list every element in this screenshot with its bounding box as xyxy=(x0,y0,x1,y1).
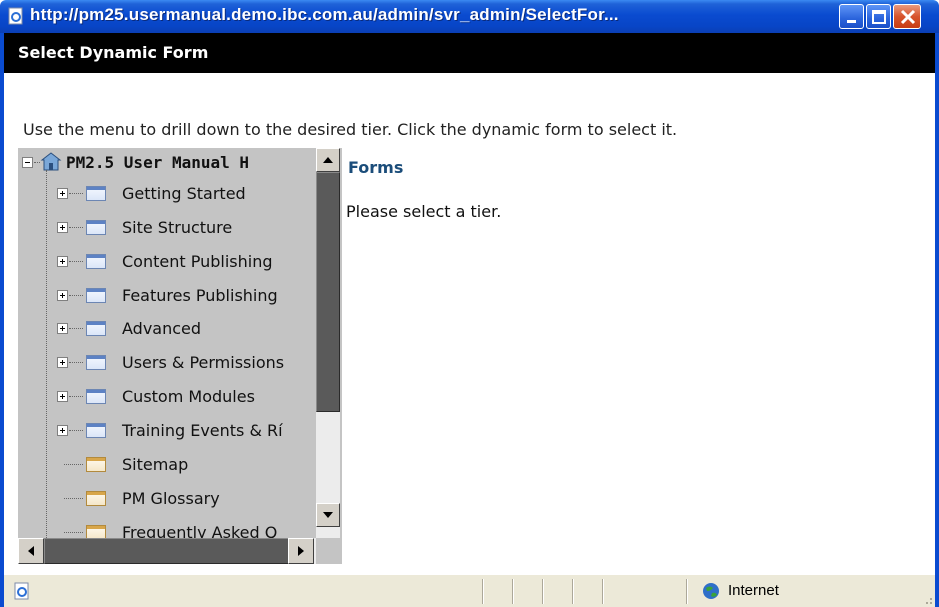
scroll-down-button[interactable] xyxy=(316,503,340,527)
expand-icon[interactable] xyxy=(57,391,68,402)
tree-item-label: Custom Modules xyxy=(122,387,255,406)
scroll-thumb[interactable] xyxy=(44,538,302,564)
tree-item[interactable]: Features Publishing xyxy=(18,281,318,311)
folder-icon xyxy=(86,186,106,201)
tree-vertical-scrollbar[interactable] xyxy=(316,148,340,538)
folder-icon xyxy=(86,288,106,303)
expand-icon[interactable] xyxy=(57,357,68,368)
ie-page-icon xyxy=(14,582,29,600)
tree-horizontal-scrollbar[interactable] xyxy=(18,538,316,564)
tree-item-label: Training Events & Rí xyxy=(122,421,283,440)
tree-root-label: PM2.5 User Manual H xyxy=(66,153,250,172)
folder-icon xyxy=(86,254,106,269)
expand-icon[interactable] xyxy=(57,425,68,436)
site-home-icon xyxy=(40,152,62,171)
status-separator xyxy=(542,579,544,604)
status-separator xyxy=(482,579,484,604)
tree-item-label: Sitemap xyxy=(122,455,189,474)
tree-connector xyxy=(64,498,83,499)
tree-item-label: Content Publishing xyxy=(122,252,273,271)
tree-connector xyxy=(64,532,83,533)
page-icon xyxy=(86,457,106,472)
status-separator xyxy=(602,579,604,604)
tree-connector xyxy=(69,227,83,228)
status-bar: Internet xyxy=(4,574,935,607)
status-separator xyxy=(572,579,574,604)
folder-icon xyxy=(86,423,106,438)
folder-icon xyxy=(86,389,106,404)
tree-connector xyxy=(69,396,83,397)
page-icon xyxy=(86,491,106,506)
dialog-header: Select Dynamic Form xyxy=(4,33,935,73)
expand-icon[interactable] xyxy=(57,188,68,199)
globe-icon xyxy=(703,583,719,599)
content-title: Forms xyxy=(348,158,404,177)
folder-icon xyxy=(86,321,106,336)
scrollbar-corner xyxy=(316,538,340,564)
tree-item[interactable]: Sitemap xyxy=(18,450,318,480)
tree-root[interactable]: PM2.5 User Manual H xyxy=(18,148,318,178)
scroll-thumb[interactable] xyxy=(316,172,340,412)
expand-icon[interactable] xyxy=(57,323,68,334)
expand-icon[interactable] xyxy=(57,290,68,301)
tier-tree[interactable]: PM2.5 User Manual H Getting Started Site… xyxy=(18,148,342,564)
expand-icon[interactable] xyxy=(57,222,68,233)
tree-connector xyxy=(64,464,83,465)
content-message: Please select a tier. xyxy=(346,202,502,221)
scroll-up-button[interactable] xyxy=(316,148,340,172)
tree-item[interactable]: PM Glossary xyxy=(18,484,318,514)
tree-item[interactable]: Advanced xyxy=(18,314,318,344)
security-zone-label: Internet xyxy=(728,582,779,599)
close-button[interactable] xyxy=(893,4,921,29)
expand-icon[interactable] xyxy=(57,256,68,267)
ie-page-icon xyxy=(8,7,23,25)
tree-item-label: Advanced xyxy=(122,319,202,338)
instructions-area: Use the menu to drill down to the desire… xyxy=(4,73,935,148)
tree-item[interactable]: Getting Started xyxy=(18,179,318,209)
scroll-left-button[interactable] xyxy=(18,538,44,564)
tree-item-label: PM Glossary xyxy=(122,489,220,508)
tree-connector xyxy=(69,430,83,431)
status-separator xyxy=(686,579,688,604)
window-frame-right xyxy=(935,33,939,607)
dialog-title: Select Dynamic Form xyxy=(18,43,209,62)
tree-connector xyxy=(69,362,83,363)
tree-connector xyxy=(69,193,83,194)
tree-connector xyxy=(69,261,83,262)
tree-connector xyxy=(69,295,83,296)
tree-item-label: Features Publishing xyxy=(122,286,278,305)
collapse-icon[interactable] xyxy=(22,157,33,168)
resize-grip-icon[interactable] xyxy=(921,593,933,605)
tree-item-label: Site Structure xyxy=(122,218,233,237)
window-titlebar[interactable]: http://pm25.usermanual.demo.ibc.com.au/a… xyxy=(0,0,939,33)
tree-item[interactable]: Content Publishing xyxy=(18,247,318,277)
folder-icon xyxy=(86,220,106,235)
tree-item[interactable]: Site Structure xyxy=(18,213,318,243)
maximize-button[interactable] xyxy=(866,4,891,29)
folder-icon xyxy=(86,355,106,370)
minimize-button[interactable] xyxy=(839,4,864,29)
tree-item[interactable]: Custom Modules xyxy=(18,382,318,412)
tree-connector xyxy=(69,328,83,329)
scroll-right-button[interactable] xyxy=(288,538,314,564)
tree-item-label: Getting Started xyxy=(122,184,246,203)
tree-item[interactable]: Users & Permissions xyxy=(18,348,318,378)
tree-item[interactable]: Training Events & Rí xyxy=(18,416,318,446)
tree-item-label: Users & Permissions xyxy=(122,353,285,372)
window-title: http://pm25.usermanual.demo.ibc.com.au/a… xyxy=(30,5,619,24)
status-separator xyxy=(512,579,514,604)
instructions-text: Use the menu to drill down to the desire… xyxy=(23,120,678,139)
